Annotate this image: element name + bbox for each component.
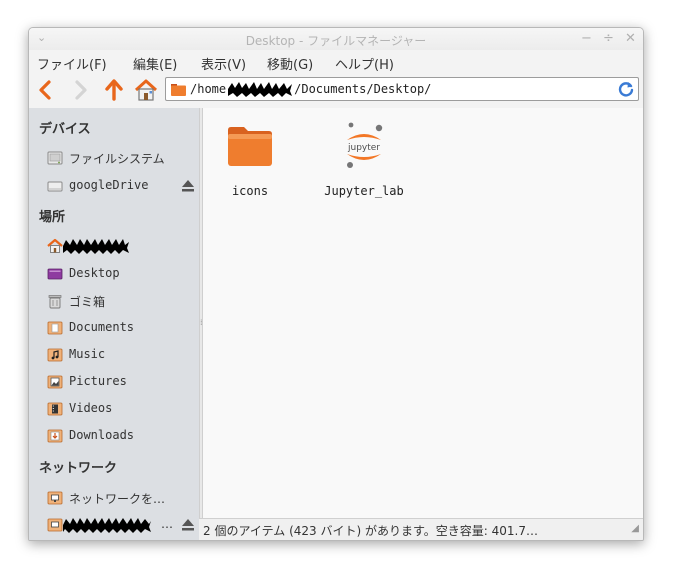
minimize-icon[interactable]: − <box>581 31 592 46</box>
file-manager-window: ⌄ Desktop - ファイルマネージャー − ÷ ✕ ファイル(F) 編集(… <box>28 27 644 541</box>
sidebar-item-browse-network[interactable]: ネットワークを… <box>47 488 197 508</box>
location-prefix: /home <box>190 82 227 96</box>
sidebar-item-downloads[interactable]: Downloads <box>47 426 197 446</box>
status-text: 2 個のアイテム (423 バイト) があります。空き容量: 401.7… <box>203 524 538 538</box>
status-bar: 2 個のアイテム (423 バイト) があります。空き容量: 401.7… ◢ <box>199 518 643 540</box>
location-suffix: /Documents/Desktop/ <box>294 82 432 96</box>
harddisk-icon <box>47 151 63 165</box>
file-name: icons <box>231 184 269 198</box>
menu-edit[interactable]: 編集(E) <box>133 54 177 73</box>
trash-icon <box>48 295 62 309</box>
sidebar-item-home[interactable] <box>47 236 197 256</box>
sidebar-heading-places: 場所 <box>39 210 66 225</box>
forward-arrow-icon <box>75 80 87 100</box>
back-button[interactable] <box>33 77 59 103</box>
file-view[interactable]: icons jupyter Jupyter_lab <box>203 108 643 518</box>
drive-icon <box>47 181 63 192</box>
downloads-folder-icon <box>47 429 63 443</box>
jupyter-icon: jupyter <box>347 122 383 168</box>
folder-icon <box>228 127 272 166</box>
sidebar-item-label: Videos <box>69 401 113 415</box>
menu-bar: ファイル(F) 編集(E) 表示(V) 移動(G) ヘルプ(H) <box>29 50 643 74</box>
eject-icon[interactable] <box>181 179 195 193</box>
reload-icon[interactable] <box>617 80 635 98</box>
back-arrow-icon <box>39 80 51 100</box>
forward-button[interactable] <box>67 77 93 103</box>
sidebar-item-label: Downloads <box>69 428 135 442</box>
toolbar: /home/Documents/Desktop/ <box>29 74 643 106</box>
sidebar-item-desktop[interactable]: Desktop <box>47 264 197 284</box>
sidebar-item-network-share[interactable]: … <box>47 515 197 535</box>
sidebar-heading-network: ネットワーク <box>39 461 118 476</box>
sidebar-item-googledrive[interactable]: googleDrive <box>47 176 197 196</box>
sidebar-item-label: ネットワークを… <box>69 492 166 506</box>
redaction-mark <box>63 239 129 254</box>
menu-help[interactable]: ヘルプ(H) <box>335 54 394 73</box>
file-item-jupyter-lab[interactable]: jupyter Jupyter_lab <box>319 120 409 200</box>
redaction-mark <box>228 82 292 97</box>
resize-grip-icon[interactable]: ◢ <box>631 523 639 534</box>
sidebar-item-videos[interactable]: Videos <box>47 399 197 419</box>
sidebar-item-label: ゴミ箱 <box>69 295 106 309</box>
redaction-mark <box>63 518 151 533</box>
sidebar-item-label: Pictures <box>69 374 127 388</box>
home-button[interactable] <box>133 77 159 103</box>
sidebar-item-documents[interactable]: Documents <box>47 318 197 338</box>
videos-folder-icon <box>47 402 63 416</box>
close-icon[interactable]: ✕ <box>625 31 636 46</box>
sidebar: デバイス ファイルシステム googleDrive 場所 Desktop ゴミ箱… <box>29 108 199 540</box>
up-arrow-icon <box>105 79 123 101</box>
sidebar-item-label: Desktop <box>69 266 120 280</box>
sidebar-item-filesystem[interactable]: ファイルシステム <box>47 148 197 168</box>
sidebar-item-label: Documents <box>69 320 135 334</box>
sidebar-item-label: googleDrive <box>69 178 149 192</box>
sidebar-item-label: Music <box>69 347 106 361</box>
up-button[interactable] <box>101 77 127 103</box>
file-name: Jupyter_lab <box>324 184 404 198</box>
menu-view[interactable]: 表示(V) <box>201 54 246 73</box>
sidebar-item-label: ファイルシステム <box>69 152 165 166</box>
folder-icon <box>171 84 186 96</box>
sidebar-heading-devices: デバイス <box>39 122 91 137</box>
sidebar-item-label: … <box>161 517 173 531</box>
maximize-icon[interactable]: ÷ <box>603 31 614 46</box>
file-item-icons[interactable]: icons <box>205 120 295 200</box>
home-icon <box>134 79 158 101</box>
sidebar-item-music[interactable]: Music <box>47 345 197 365</box>
menu-file[interactable]: ファイル(F) <box>37 54 107 73</box>
music-folder-icon <box>47 348 63 362</box>
location-bar[interactable]: /home/Documents/Desktop/ <box>165 77 639 101</box>
desktop-icon <box>47 268 63 280</box>
sidebar-item-trash[interactable]: ゴミ箱 <box>47 291 197 311</box>
jupyter-logo-text: jupyter <box>347 143 380 153</box>
documents-folder-icon <box>47 321 63 335</box>
title-bar[interactable]: ⌄ Desktop - ファイルマネージャー − ÷ ✕ <box>29 28 643 50</box>
pictures-folder-icon <box>47 375 63 389</box>
sidebar-item-pictures[interactable]: Pictures <box>47 372 197 392</box>
menu-go[interactable]: 移動(G) <box>267 54 313 73</box>
network-folder-icon <box>47 491 63 505</box>
window-title: Desktop - ファイルマネージャー <box>245 34 427 48</box>
eject-icon[interactable] <box>181 518 195 532</box>
